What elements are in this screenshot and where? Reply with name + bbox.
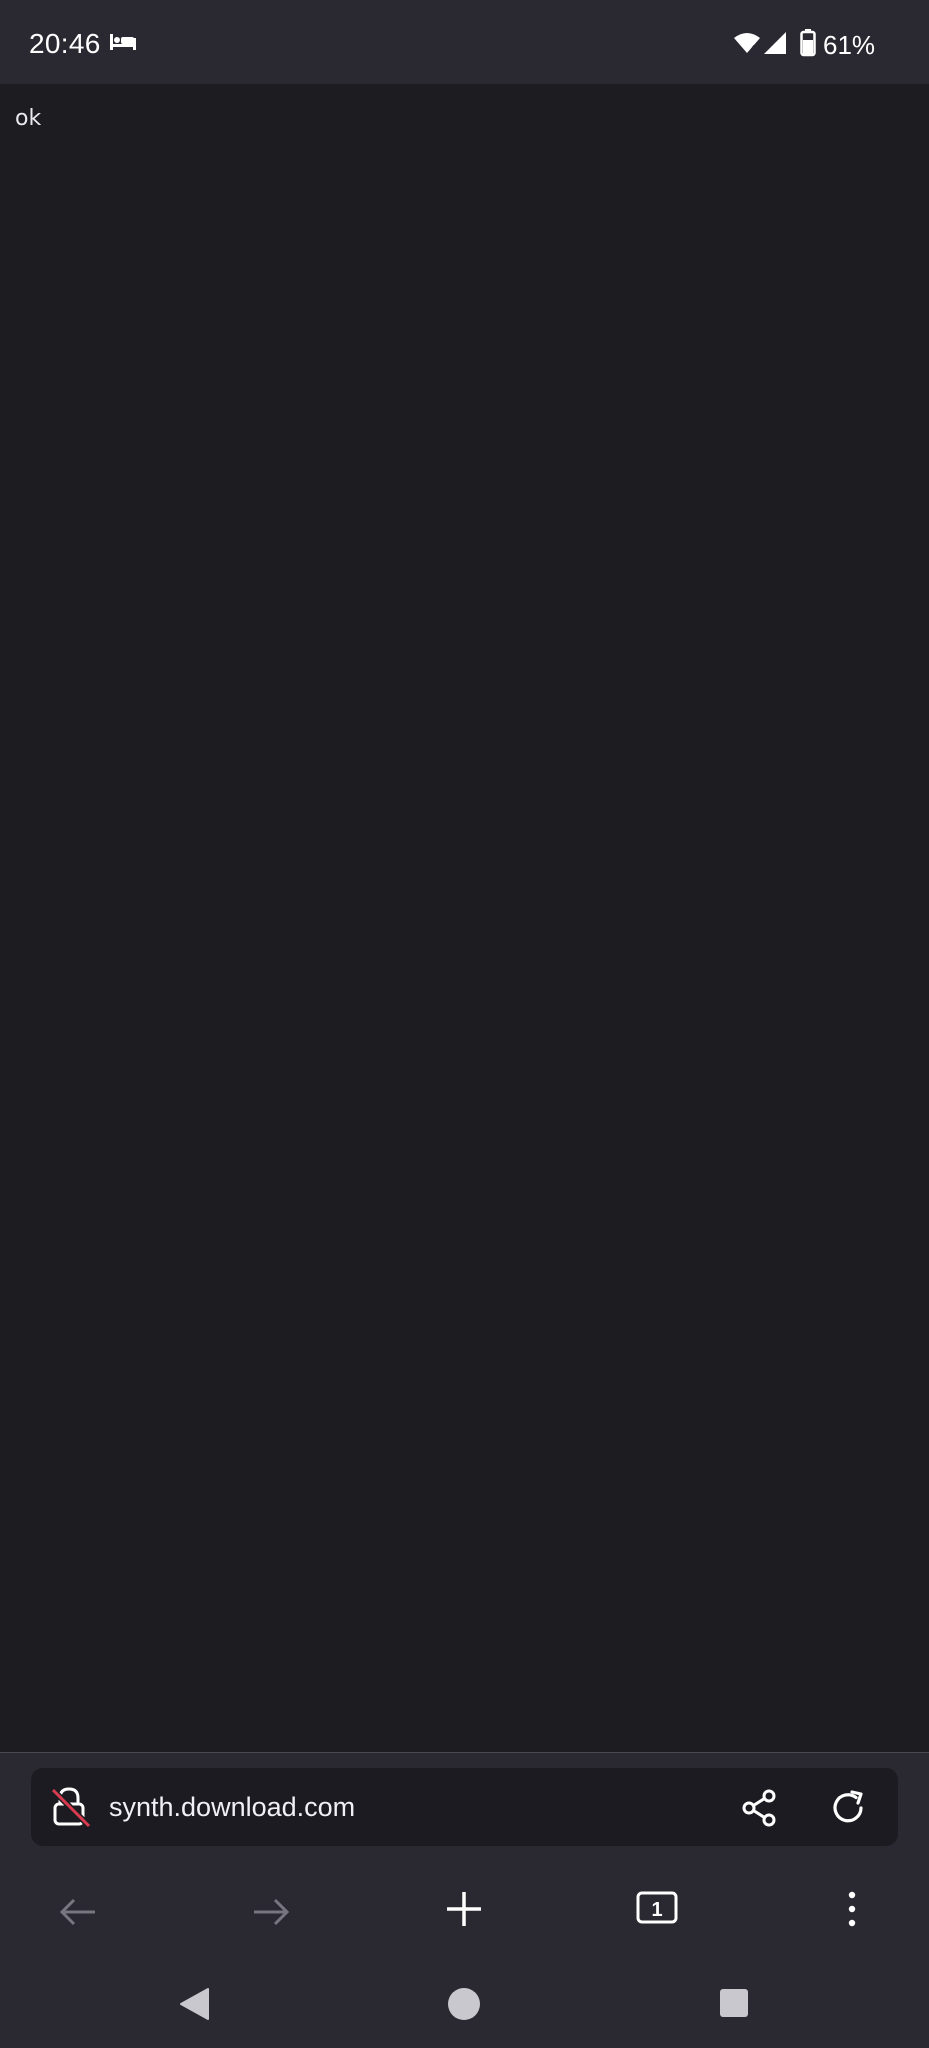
bottom-navigation: 1: [0, 1863, 929, 2048]
cell-signal-icon: [763, 31, 787, 60]
bed-icon: [109, 32, 137, 57]
battery-icon: [800, 29, 816, 62]
svg-text:4: 4: [750, 44, 756, 55]
reload-icon[interactable]: [828, 1788, 868, 1833]
status-time: 20:46: [29, 28, 101, 59]
url-text[interactable]: synth.download.com: [109, 1792, 355, 1823]
status-bar: 20:46 4 61%: [0, 0, 929, 84]
back-arrow-icon[interactable]: [58, 1892, 98, 1937]
address-bar-container: synth.download.com: [0, 1753, 929, 1863]
page-body-text: ok: [15, 106, 42, 131]
svg-text:1: 1: [651, 1899, 662, 1921]
system-recents-icon[interactable]: [719, 1988, 749, 2023]
new-tab-plus-icon[interactable]: [445, 1890, 483, 1933]
insecure-lock-icon[interactable]: [50, 1786, 92, 1833]
overflow-menu-icon[interactable]: [846, 1891, 858, 1932]
wifi-icon: 4: [733, 31, 761, 60]
tabs-counter-button[interactable]: 1: [636, 1891, 678, 1930]
system-home-icon[interactable]: [447, 1987, 481, 2026]
battery-percent: 61%: [823, 30, 876, 60]
address-bar[interactable]: synth.download.com: [31, 1768, 898, 1846]
share-icon[interactable]: [740, 1788, 780, 1833]
forward-arrow-icon[interactable]: [251, 1892, 291, 1937]
web-content[interactable]: ok: [0, 84, 929, 1752]
system-back-icon[interactable]: [178, 1987, 210, 2026]
